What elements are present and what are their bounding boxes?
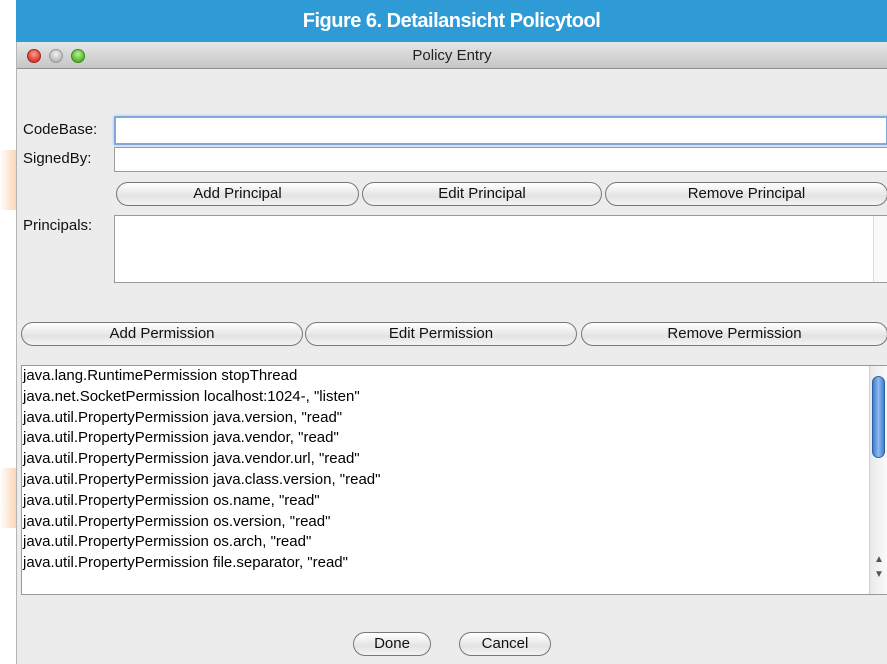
figure-title: Detailansicht Policytool [386,10,601,32]
figure-label: Figure 6. [302,10,382,32]
scroll-down-arrow-icon[interactable]: ▼ [873,569,885,581]
signedby-input[interactable] [114,147,887,172]
codebase-input[interactable] [114,116,887,145]
minimize-button-icon[interactable] [49,49,63,63]
permissions-scrollbar[interactable]: ▲ ▼ [869,366,887,594]
principals-scrollbar[interactable] [873,216,887,282]
list-item[interactable]: java.util.PropertyPermission java.vendor… [22,449,887,470]
figure-caption-bar: Figure 6. Detailansicht Policytool [16,0,887,42]
decorative-accent-top [0,150,16,210]
scroll-up-arrow-icon[interactable]: ▲ [873,554,885,566]
done-button[interactable]: Done [353,632,431,656]
edit-principal-button[interactable]: Edit Principal [362,182,602,206]
list-item[interactable]: java.util.PropertyPermission os.arch, "r… [22,532,887,553]
close-button-icon[interactable] [27,49,41,63]
cancel-button[interactable]: Cancel [459,632,551,656]
add-permission-button[interactable]: Add Permission [21,322,303,346]
add-principal-button[interactable]: Add Principal [116,182,359,206]
list-item[interactable]: java.util.PropertyPermission os.name, "r… [22,491,887,512]
remove-principal-button[interactable]: Remove Principal [605,182,887,206]
edit-permission-button[interactable]: Edit Permission [305,322,577,346]
principals-list[interactable] [114,215,887,283]
policy-entry-window: Policy Entry CodeBase: SignedBy: Add Pri… [16,42,887,664]
signedby-label: SignedBy: [23,150,92,167]
decorative-accent-bottom [0,468,16,528]
list-item[interactable]: java.util.PropertyPermission java.vendor… [22,428,887,449]
list-item[interactable]: java.lang.RuntimePermission stopThread [22,366,887,387]
remove-permission-button[interactable]: Remove Permission [581,322,887,346]
list-item[interactable]: java.util.PropertyPermission java.versio… [22,408,887,429]
list-item[interactable]: java.util.PropertyPermission java.class.… [22,470,887,491]
permissions-list[interactable]: java.lang.RuntimePermission stopThread j… [21,365,887,595]
list-item[interactable]: java.util.PropertyPermission os.version,… [22,512,887,533]
scrollbar-thumb[interactable] [872,376,885,458]
window-titlebar: Policy Entry [17,42,887,69]
window-title: Policy Entry [412,47,492,64]
list-item[interactable]: java.net.SocketPermission localhost:1024… [22,387,887,408]
list-item[interactable]: java.util.PropertyPermission file.separa… [22,553,887,574]
principals-label: Principals: [23,217,93,234]
zoom-button-icon[interactable] [71,49,85,63]
codebase-label: CodeBase: [23,121,98,138]
